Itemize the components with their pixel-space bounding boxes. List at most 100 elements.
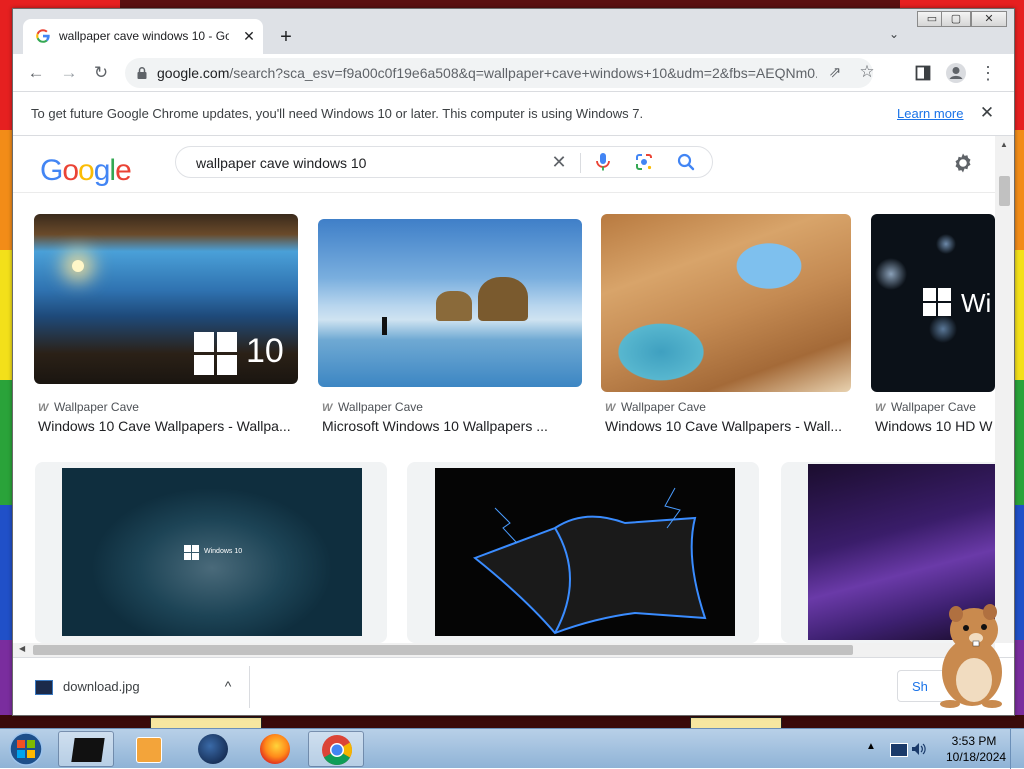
wallpaper-cave-favicon-icon: W — [875, 402, 886, 414]
browser-toolbar: ← → ↻ google.com/search?sca_esv=f9a00c0f… — [13, 54, 1014, 91]
google-logo[interactable]: Google — [40, 154, 132, 188]
google-favicon-icon — [36, 29, 50, 43]
share-icon[interactable]: ⇗ — [825, 63, 845, 83]
search-divider — [580, 153, 581, 173]
result-source: W Wallpaper Cave — [322, 400, 423, 414]
tray-expand-icon[interactable]: ▲ — [866, 741, 876, 752]
show-desktop-button[interactable] — [1010, 729, 1024, 769]
start-button[interactable] — [4, 730, 48, 768]
wallpaper-cave-favicon-icon: W — [605, 402, 616, 414]
result-source: W Wallpaper Cave — [875, 400, 976, 414]
search-input[interactable]: wallpaper cave windows 10 — [196, 155, 366, 171]
download-options-chevron-icon[interactable]: ^ — [217, 675, 239, 697]
player-app-icon — [136, 737, 162, 763]
horizontal-scroll-thumb[interactable] — [33, 645, 853, 655]
rock-formation — [436, 291, 472, 321]
chrome-window: wallpaper cave windows 10 - Google Searc… — [12, 8, 1015, 716]
thumb-text: Wi — [961, 288, 992, 318]
download-file-name[interactable]: download.jpg — [63, 679, 140, 694]
runner-figure — [382, 317, 387, 335]
windows-logo-icon — [194, 332, 237, 375]
download-divider — [249, 666, 250, 708]
clear-search-icon[interactable]: ✕ — [548, 151, 570, 173]
microphone-icon[interactable] — [594, 152, 612, 172]
tab-close-icon[interactable]: ✕ — [239, 26, 259, 46]
learn-more-link[interactable]: Learn more — [897, 106, 963, 121]
result-source: W Wallpaper Cave — [605, 400, 706, 414]
clock-time[interactable]: 3:53 PM — [946, 734, 1002, 748]
result-source-name: Wallpaper Cave — [621, 400, 706, 414]
result-caption[interactable]: Windows 10 Cave Wallpapers - Wallpa... — [38, 418, 300, 434]
result-caption[interactable]: Microsoft Windows 10 Wallpapers ... — [322, 418, 584, 434]
result-thumbnail[interactable] — [318, 219, 582, 387]
windows-taskbar: ▲ 3:53 PM 10/18/2024 — [0, 728, 1024, 769]
url-host: google.com — [157, 65, 230, 81]
vertical-scrollbar[interactable]: ▲ — [995, 136, 1014, 643]
reload-button[interactable]: ↻ — [88, 60, 114, 86]
url-path: /search?sca_esv=f9a00c0f19e6a508&q=wallp… — [229, 65, 817, 81]
result-thumbnail[interactable]: Windows 10 — [62, 468, 362, 636]
infobar-message: To get future Google Chrome updates, you… — [31, 106, 644, 121]
system-tray: ▲ — [866, 731, 936, 767]
image-result[interactable] — [407, 462, 759, 643]
back-button[interactable]: ← — [23, 60, 49, 86]
result-thumbnail[interactable]: Wi — [871, 214, 995, 392]
result-thumbnail[interactable]: 10 — [34, 214, 298, 384]
url-text: google.com/search?sca_esv=f9a00c0f19e6a5… — [157, 65, 817, 81]
windows-logo-icon — [923, 288, 951, 316]
chrome-menu-icon[interactable]: ⋮ — [975, 60, 1001, 86]
header-divider — [13, 192, 995, 193]
profile-avatar-icon[interactable] — [945, 62, 967, 84]
result-caption[interactable]: Windows 10 HD W — [875, 418, 995, 434]
side-panel-icon[interactable] — [915, 65, 931, 81]
taskbar-app-chrome[interactable] — [308, 731, 364, 767]
hamster-sticker — [940, 604, 1002, 708]
new-tab-button[interactable]: + — [275, 26, 297, 48]
search-box[interactable]: wallpaper cave windows 10 ✕ — [175, 146, 713, 178]
lock-icon — [137, 67, 147, 79]
taskbar-app-globe[interactable] — [184, 731, 240, 767]
result-source-name: Wallpaper Cave — [891, 400, 976, 414]
scroll-up-arrow-icon[interactable]: ▲ — [1000, 140, 1008, 149]
result-thumbnail[interactable] — [601, 214, 851, 392]
vertical-scroll-thumb[interactable] — [999, 176, 1010, 206]
bookmark-star-icon[interactable]: ☆ — [857, 62, 877, 82]
windows-logo-icon — [184, 545, 199, 560]
close-window-button[interactable]: ✕ — [971, 11, 1007, 27]
tab-search-chevron-icon[interactable]: ⌄ — [885, 27, 903, 45]
infobar-close-icon[interactable]: ✕ — [977, 103, 997, 123]
download-bar: download.jpg ^ Sh — [13, 657, 1014, 715]
rock-formation — [478, 277, 528, 321]
maximize-button[interactable]: ▢ — [941, 11, 971, 27]
thumb-text: Windows 10 — [204, 548, 243, 555]
taskbar-app-firefox[interactable] — [246, 731, 302, 767]
address-bar[interactable]: google.com/search?sca_esv=f9a00c0f19e6a5… — [125, 58, 875, 88]
horizontal-scrollbar[interactable]: ◀ — [13, 643, 995, 657]
page-viewport: Google wallpaper cave windows 10 ✕ 10 W … — [13, 136, 995, 643]
taskbar-app-media[interactable] — [58, 731, 114, 767]
volume-icon[interactable] — [910, 741, 928, 757]
result-source: W Wallpaper Cave — [38, 400, 139, 414]
result-thumbnail[interactable] — [435, 468, 735, 636]
wallpaper-cave-favicon-icon: W — [38, 402, 49, 414]
lightning-windows-art — [473, 487, 707, 635]
taskbar-app-player[interactable] — [120, 731, 176, 767]
result-source-name: Wallpaper Cave — [54, 400, 139, 414]
google-lens-icon[interactable] — [634, 152, 654, 172]
clock-date[interactable]: 10/18/2024 — [946, 750, 1006, 764]
network-icon[interactable] — [890, 743, 908, 757]
result-source-name: Wallpaper Cave — [338, 400, 423, 414]
scroll-left-arrow-icon[interactable]: ◀ — [19, 644, 25, 653]
settings-gear-icon[interactable] — [951, 151, 975, 175]
tab-strip: wallpaper cave windows 10 - Google Searc… — [13, 9, 1014, 54]
globe-app-icon — [198, 734, 228, 764]
browser-tab[interactable]: wallpaper cave windows 10 - Google Searc… — [23, 19, 263, 54]
firefox-icon — [260, 734, 290, 764]
result-caption[interactable]: Windows 10 Cave Wallpapers - Wall... — [605, 418, 845, 434]
forward-button[interactable]: → — [56, 60, 82, 86]
search-icon[interactable] — [676, 152, 696, 172]
update-infobar: To get future Google Chrome updates, you… — [13, 91, 1014, 136]
image-file-icon — [35, 680, 53, 695]
wallpaper-cave-favicon-icon: W — [322, 402, 333, 414]
image-result[interactable]: Windows 10 — [35, 462, 387, 643]
